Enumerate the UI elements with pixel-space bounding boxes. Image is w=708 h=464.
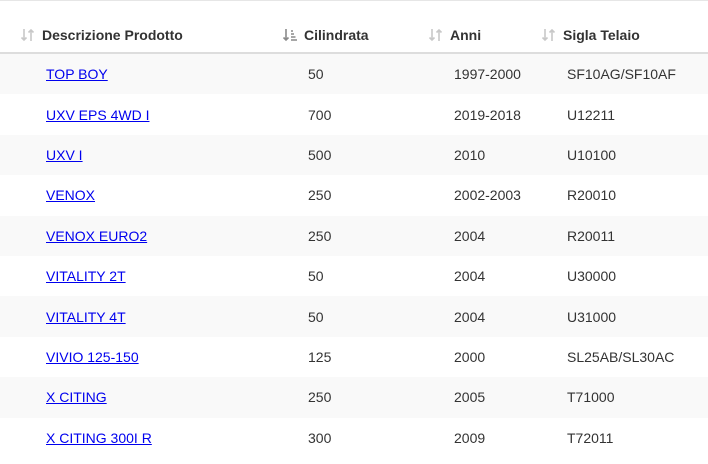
product-link[interactable]: TOP BOY bbox=[46, 66, 108, 82]
cell-product: VENOX bbox=[0, 175, 262, 215]
sort-ascending-icon[interactable] bbox=[282, 28, 304, 42]
cell-sigla-telaio: SF10AG/SF10AF bbox=[521, 53, 708, 95]
cell-product: X CITING bbox=[0, 377, 262, 418]
table-row: UXV I 500 2010 U10100 bbox=[0, 134, 708, 176]
table-row: VENOX 250 2002-2003 R20010 bbox=[0, 175, 708, 215]
cell-anni: 2019-2018 bbox=[454, 106, 521, 123]
cell-anni: 2005 bbox=[408, 377, 521, 418]
cell-cilindrata: 50 bbox=[262, 296, 408, 337]
product-link[interactable]: VITALITY 2T bbox=[46, 268, 126, 284]
table-row: VITALITY 2T 50 2004 U30000 bbox=[0, 256, 708, 296]
cell-sigla-telaio: R20010 bbox=[567, 187, 617, 204]
table-row: X CITING 250 2005 T71000 bbox=[0, 377, 708, 418]
cell-cilindrata: 500 bbox=[262, 134, 408, 176]
header-label: Sigla Telaio bbox=[563, 27, 640, 43]
header-label: Descrizione Prodotto bbox=[42, 27, 183, 43]
sort-both-icon[interactable] bbox=[541, 28, 563, 42]
cell-cilindrata: 50 bbox=[262, 53, 408, 95]
product-link[interactable]: VENOX EURO2 bbox=[46, 228, 147, 244]
cell-anni: 2002-2003 bbox=[454, 187, 521, 204]
cell-sigla-telaio: U30000 bbox=[567, 268, 617, 285]
cell-product: UXV EPS 4WD I bbox=[0, 94, 262, 134]
header-label: Anni bbox=[450, 27, 482, 43]
table-row: VIVIO 125-150 125 2000 SL25AB/SL30AC bbox=[0, 337, 708, 377]
cell-anni: 2004 bbox=[454, 268, 486, 285]
sort-both-icon[interactable] bbox=[428, 28, 450, 42]
product-link[interactable]: VIVIO 125-150 bbox=[46, 349, 139, 365]
cell-sigla-telaio: T72011 bbox=[567, 429, 614, 446]
sort-both-icon[interactable] bbox=[20, 28, 42, 42]
table-row: X CITING 300I R 300 2009 T72011 bbox=[0, 418, 708, 458]
table-row: TOP BOY 50 1997-2000 SF10AG/SF10AF bbox=[0, 53, 708, 95]
cell-anni: 2010 bbox=[408, 134, 521, 176]
table-row: VITALITY 4T 50 2004 U31000 bbox=[0, 296, 708, 337]
cell-product: VITALITY 2T bbox=[0, 256, 262, 296]
product-link[interactable]: X CITING 300I R bbox=[46, 430, 152, 446]
header-anni[interactable]: Anni bbox=[408, 18, 521, 54]
cell-product: VITALITY 4T bbox=[0, 296, 262, 337]
cell-product: UXV I bbox=[0, 134, 262, 176]
cell-sigla-telaio: R20011 bbox=[521, 215, 708, 256]
cell-anni: 2009 bbox=[454, 429, 486, 446]
header-cilindrata[interactable]: Cilindrata bbox=[262, 18, 408, 54]
cell-cilindrata: 250 bbox=[308, 187, 332, 204]
cell-cilindrata: 700 bbox=[308, 106, 332, 123]
product-link[interactable]: VENOX bbox=[46, 187, 95, 203]
cell-anni: 2004 bbox=[408, 296, 521, 337]
products-table: Descrizione Prodotto Cilindrata Anni Sig… bbox=[0, 18, 708, 458]
product-link[interactable]: X CITING bbox=[46, 389, 107, 405]
cell-product: VENOX EURO2 bbox=[0, 215, 262, 256]
header-sigla-telaio[interactable]: Sigla Telaio bbox=[521, 18, 708, 54]
cell-cilindrata: 250 bbox=[262, 215, 408, 256]
cell-anni: 2004 bbox=[408, 215, 521, 256]
cell-product: X CITING 300I R bbox=[0, 418, 262, 458]
cell-sigla-telaio: T71000 bbox=[521, 377, 708, 418]
header-descrizione-prodotto[interactable]: Descrizione Prodotto bbox=[0, 18, 262, 54]
header-label: Cilindrata bbox=[304, 27, 369, 43]
cell-sigla-telaio: U10100 bbox=[521, 134, 708, 176]
cell-cilindrata: 125 bbox=[308, 348, 332, 365]
cell-sigla-telaio: U12211 bbox=[567, 106, 616, 123]
cell-product: VIVIO 125-150 bbox=[0, 337, 262, 377]
cell-product: TOP BOY bbox=[0, 53, 262, 95]
cell-sigla-telaio: SL25AB/SL30AC bbox=[567, 348, 675, 365]
cell-sigla-telaio: U31000 bbox=[521, 296, 708, 337]
product-link[interactable]: UXV I bbox=[46, 147, 83, 163]
product-link[interactable]: VITALITY 4T bbox=[46, 309, 126, 325]
cell-cilindrata: 300 bbox=[308, 429, 332, 446]
cell-anni: 1997-2000 bbox=[408, 53, 521, 95]
top-divider bbox=[0, 0, 708, 1]
cell-anni: 2000 bbox=[454, 348, 486, 365]
cell-cilindrata: 50 bbox=[308, 268, 324, 285]
table-header-row: Descrizione Prodotto Cilindrata Anni Sig… bbox=[0, 18, 708, 54]
product-link[interactable]: UXV EPS 4WD I bbox=[46, 107, 149, 123]
table-row: VENOX EURO2 250 2004 R20011 bbox=[0, 215, 708, 256]
table-row: UXV EPS 4WD I 700 2019-2018 U12211 bbox=[0, 94, 708, 134]
cell-cilindrata: 250 bbox=[262, 377, 408, 418]
